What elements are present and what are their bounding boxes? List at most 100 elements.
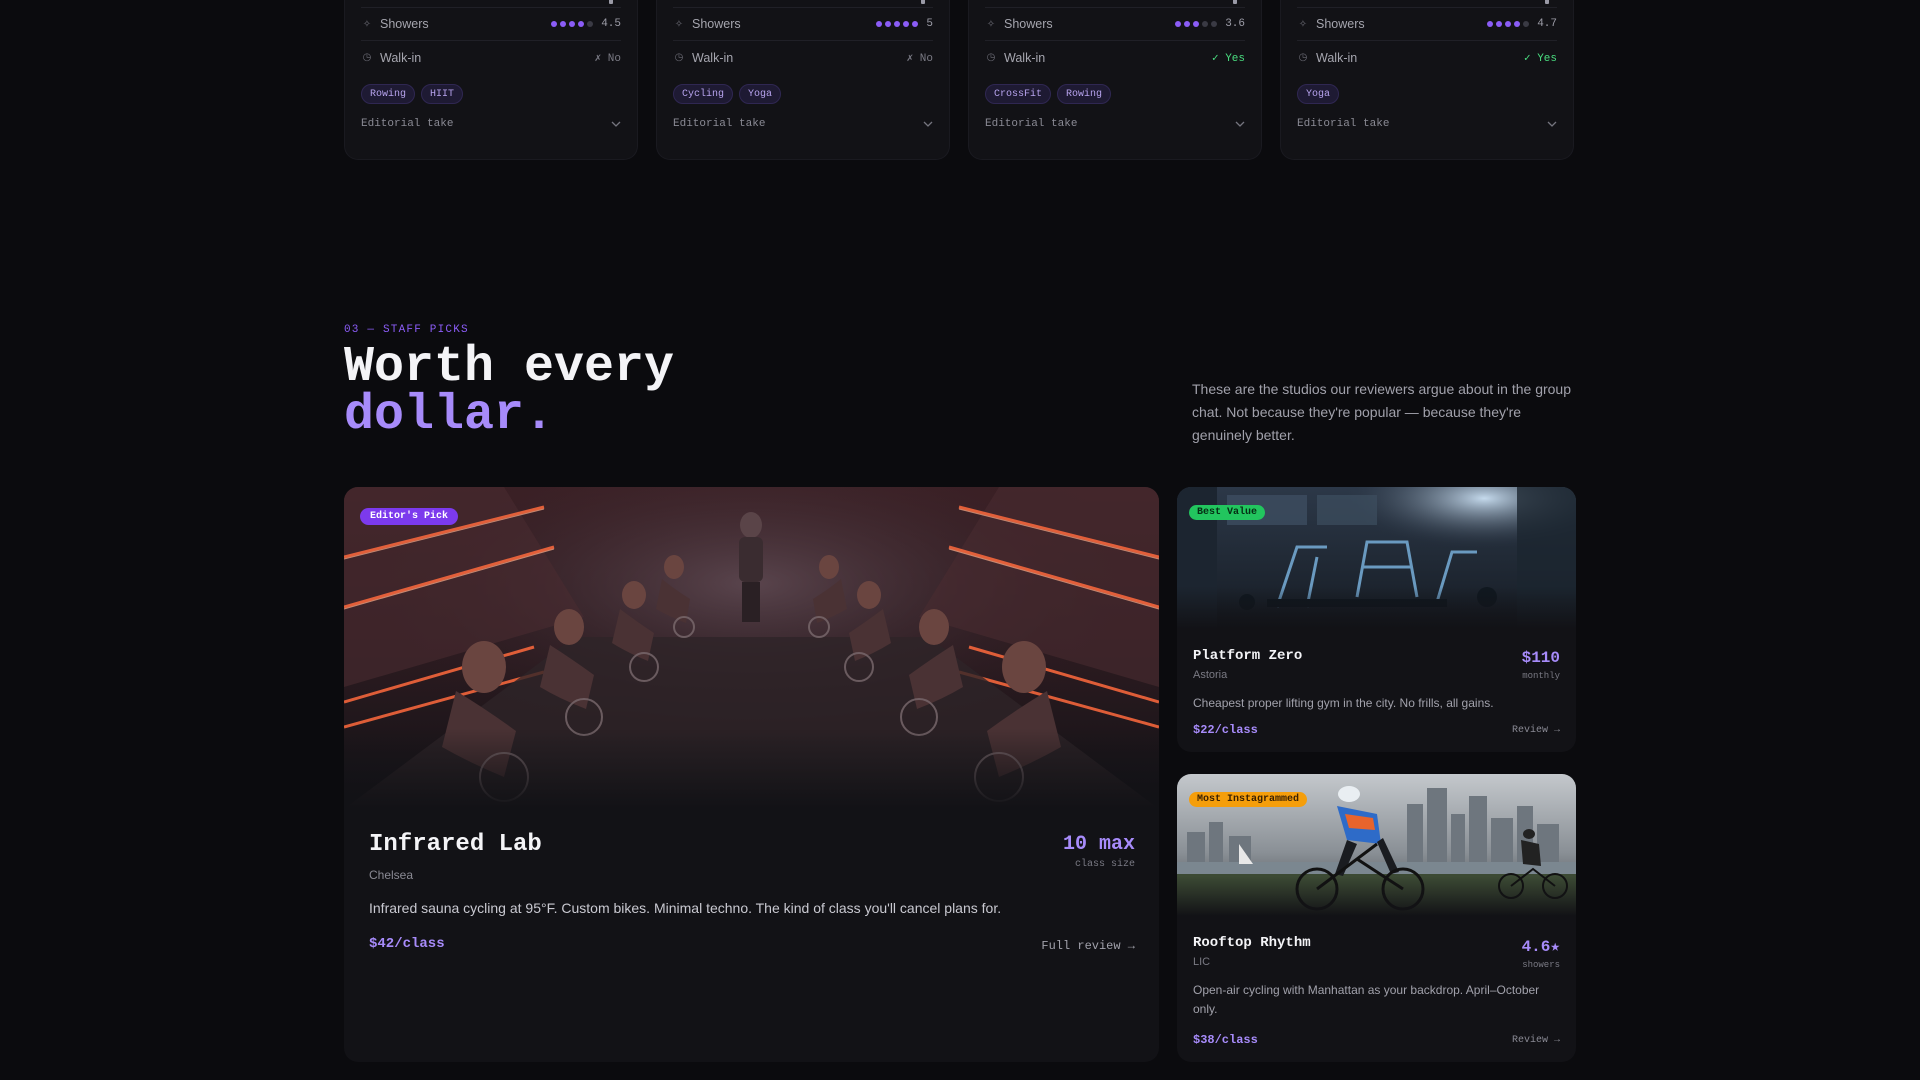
rating-dot	[894, 21, 901, 27]
card-top-divider	[985, 0, 1245, 8]
walkin-row: ◷ Walk-in ✗ No	[673, 41, 933, 74]
side-studio-card[interactable]: Best Value Platform Zero Astoria $110 mo…	[1177, 487, 1576, 752]
rating-dot	[1505, 21, 1512, 27]
card-top-divider	[673, 0, 933, 8]
side-studio-title: Rooftop Rhythm	[1193, 935, 1311, 951]
showers-row: ✧ Showers 5	[673, 8, 933, 41]
review-link[interactable]: Review →	[1512, 725, 1560, 736]
showers-score: 4.5	[601, 18, 621, 30]
side-studio-image: Most Instagrammed	[1177, 774, 1576, 916]
discipline-tag[interactable]: CrossFit	[985, 84, 1052, 104]
editorial-take-toggle[interactable]: Editorial take	[985, 118, 1245, 130]
chevron-down-icon	[1235, 121, 1245, 127]
walkin-label: Walk-in	[1316, 50, 1358, 65]
showers-score: 3.6	[1225, 18, 1245, 30]
editorial-take-toggle[interactable]: Editorial take	[1297, 118, 1557, 130]
rating-dot	[1184, 21, 1191, 27]
side-studio-price: $38/class	[1193, 1033, 1258, 1047]
discipline-tags: Yoga	[1297, 84, 1557, 104]
discipline-tag[interactable]: Yoga	[1297, 84, 1340, 104]
editorial-take-label: Editorial take	[673, 118, 766, 130]
showers-label: Showers	[380, 17, 429, 31]
discipline-tag[interactable]: Yoga	[739, 84, 782, 104]
best-value-badge: Best Value	[1189, 505, 1266, 520]
rating-dot	[551, 21, 558, 27]
monthly-price-value: $110	[1521, 649, 1560, 667]
showers-rating-dots	[1487, 21, 1530, 27]
showers-row: ✧ Showers 4.5	[361, 8, 621, 41]
showers-rating-label: showers	[1522, 960, 1560, 970]
featured-studio-body: Infrared Lab Chelsea Infrared sauna cycl…	[369, 831, 1134, 916]
rating-dot	[1514, 21, 1521, 27]
comparison-card: ✧ Showers 4.7 ◷ Walk-in ✓ Yes Yoga Editorial ta…	[1280, 0, 1574, 160]
showers-rating-value: 4.6★	[1521, 938, 1560, 956]
rating-dot	[1487, 21, 1494, 27]
editorial-take-label: Editorial take	[361, 118, 454, 130]
headline-line-2: dollar.	[344, 387, 555, 444]
card-top-divider	[361, 0, 621, 8]
showers-label: Showers	[1316, 17, 1365, 31]
section-headline: Worth every dollar.	[344, 343, 674, 444]
chevron-down-icon	[1547, 121, 1557, 127]
discipline-tag[interactable]: Rowing	[1057, 84, 1112, 104]
comparison-cards: ✧ Showers 4.5 ◷ Walk-in ✗ No Rowing HIIT Editori…	[344, 0, 1576, 160]
side-studio-card[interactable]: Most Instagrammed Rooftop Rhythm LIC 4.6…	[1177, 774, 1576, 1062]
side-studio-title: Platform Zero	[1193, 648, 1303, 664]
walkin-row: ◷ Walk-in ✓ Yes	[1297, 41, 1557, 74]
side-studio-description: Cheapest proper lifting gym in the city.…	[1193, 696, 1494, 710]
editorial-take-toggle[interactable]: Editorial take	[361, 118, 621, 130]
featured-studio-card[interactable]: Editor's Pick Infrared Lab Chelsea Infra…	[344, 487, 1159, 1062]
section-kicker: 03 — STAFF PICKS	[344, 324, 469, 336]
side-studio-stat: $110 monthly	[1522, 649, 1560, 681]
review-link[interactable]: Review →	[1512, 1035, 1560, 1046]
chevron-down-icon	[611, 121, 621, 127]
walkin-value: ✗ No	[906, 52, 933, 65]
rating-dot	[1211, 21, 1218, 27]
rating-dot	[912, 21, 919, 27]
side-studio-price: $22/class	[1193, 723, 1258, 737]
discipline-tags: Cycling Yoga	[673, 84, 933, 104]
clock-icon: ◷	[362, 52, 372, 63]
featured-studio-image: Editor's Pick	[344, 487, 1159, 809]
editors-pick-badge: Editor's Pick	[360, 508, 459, 525]
side-studio-stat: 4.6★ showers	[1522, 936, 1560, 970]
editorial-take-label: Editorial take	[985, 118, 1078, 130]
rating-dot	[876, 21, 883, 27]
comparison-card: ✧ Showers 3.6 ◷ Walk-in ✓ Yes CrossFit Rowing Ed…	[968, 0, 1262, 160]
side-studio-location: LIC	[1193, 956, 1211, 968]
class-size-label: class size	[1074, 859, 1135, 870]
card-top-divider	[1297, 0, 1557, 8]
side-studio-description: Open-air cycling with Manhattan as your …	[1193, 983, 1540, 1016]
showers-rating-dots	[551, 21, 594, 27]
editorial-take-label: Editorial take	[1297, 118, 1390, 130]
editorial-take-toggle[interactable]: Editorial take	[673, 118, 933, 130]
featured-studio-price: $42/class	[369, 936, 445, 952]
full-review-link[interactable]: Full review →	[1041, 939, 1135, 953]
side-studio-image: Best Value	[1177, 487, 1576, 629]
rating-dot	[569, 21, 576, 27]
comparison-card: ✧ Showers 4.5 ◷ Walk-in ✗ No Rowing HIIT Editori…	[344, 0, 638, 160]
showers-rating-dots	[1175, 21, 1218, 27]
discipline-tag[interactable]: Cycling	[673, 84, 734, 104]
rating-dot	[587, 21, 594, 27]
rating-dot	[1496, 21, 1503, 27]
rating-dot	[903, 21, 910, 27]
discipline-tag[interactable]: Rowing	[361, 84, 416, 104]
showers-label: Showers	[692, 17, 741, 31]
walkin-label: Walk-in	[692, 50, 734, 65]
walkin-value: ✗ No	[594, 52, 621, 65]
sparkle-icon: ✧	[674, 18, 684, 30]
walkin-label: Walk-in	[380, 50, 422, 65]
rating-dot	[1202, 21, 1209, 27]
featured-studio-description: Infrared sauna cycling at 95°F. Custom b…	[369, 900, 1002, 916]
rating-dot	[578, 21, 585, 27]
rating-dot	[1175, 21, 1182, 27]
sparkle-icon: ✧	[986, 18, 996, 30]
rating-dot	[560, 21, 567, 27]
most-instagrammed-badge: Most Instagrammed	[1189, 792, 1308, 807]
discipline-tag[interactable]: HIIT	[421, 84, 464, 104]
featured-studio-stat: 10 max class size	[1063, 833, 1135, 870]
walkin-value: ✓ Yes	[1523, 52, 1557, 65]
clock-icon: ◷	[674, 52, 684, 63]
walkin-label: Walk-in	[1004, 50, 1046, 65]
